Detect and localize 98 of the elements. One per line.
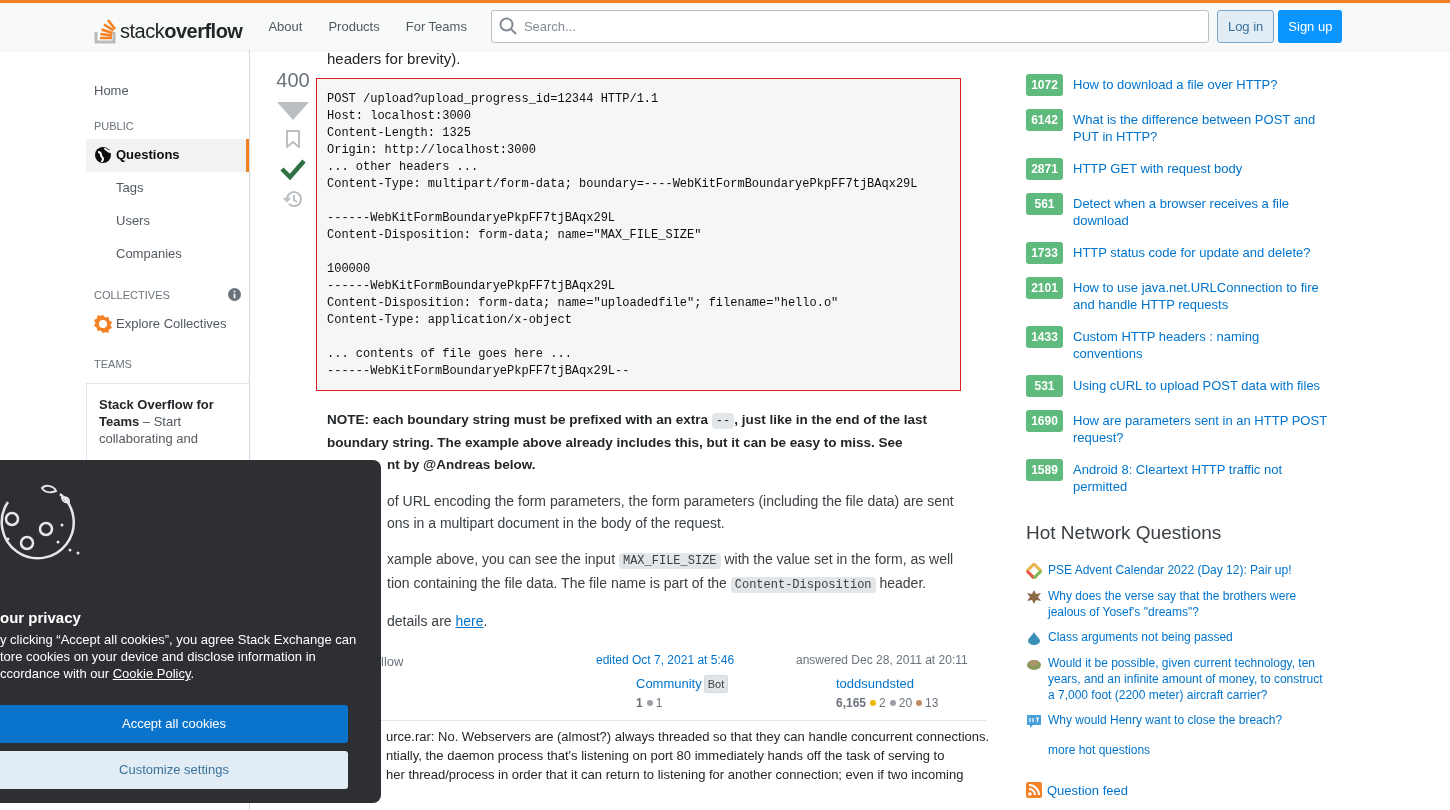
- logo[interactable]: stackoverflow: [94, 9, 243, 44]
- reputation: 1: [636, 694, 643, 712]
- site-icon: [1026, 588, 1042, 605]
- score-badge: 6142: [1026, 109, 1063, 131]
- score-badge: 2101: [1026, 277, 1063, 299]
- bot-tag: Bot: [703, 674, 729, 693]
- score-badge: 1433: [1026, 326, 1063, 348]
- section-heading: TEAMS: [93, 357, 132, 372]
- body-text: NOTE: each boundary string must be prefixed with an extra: [327, 412, 710, 427]
- teams-promo-text: Stack Overflow for Teams – Start collaborating and: [99, 395, 215, 447]
- body-text: header.: [878, 575, 927, 591]
- comment-text: her thread/process in order that it can return to listening for another connection; even if two incoming: [386, 766, 965, 784]
- body-text: ons in a multipart document in the body of the request.: [387, 515, 725, 531]
- reputation: 6,165: [836, 694, 867, 712]
- section-title: Hot Network Questions: [1026, 521, 1223, 545]
- hot-question[interactable]: Why does the verse say that the brothers were jealous of Yosef's "dreams"?: [1048, 587, 1328, 620]
- sidebar-item[interactable]: Users: [86, 204, 249, 238]
- site-icon: [1026, 712, 1042, 729]
- badge-count: 1: [655, 694, 663, 712]
- score-badge: 531: [1026, 375, 1063, 397]
- body-text: nt by @Andreas below.: [387, 457, 536, 472]
- edited-link[interactable]: edited Oct 7, 2021 at 5:46: [596, 652, 796, 668]
- search-field[interactable]: Search...: [490, 10, 1209, 43]
- badge-count: 20: [898, 694, 913, 712]
- comment-text: urce.rar: No. Webservers are (almost?) always threaded so that they can handle concurrent connections.: [386, 728, 986, 746]
- linked-question[interactable]: Detect when a browser receives a file download: [1073, 193, 1328, 229]
- section-heading: PUBLIC: [93, 119, 134, 134]
- sidebar-item[interactable]: Questions: [86, 138, 249, 172]
- badge-count: 13: [925, 694, 939, 712]
- hot-question[interactable]: Class arguments not being passed: [1048, 628, 1328, 645]
- body-text: with the value set in the form, as well: [723, 551, 954, 567]
- site-icon: [1026, 562, 1042, 579]
- body-text: .: [483, 613, 488, 629]
- hot-question[interactable]: PSE Advent Calendar 2022 (Day 12): Pair up!: [1048, 561, 1328, 578]
- body-text: details are: [387, 613, 453, 629]
- hot-question[interactable]: Would it be possible, given current technology, ten years, and an infinite amount of money, to construct a 7,000 foot (2200 meter) aircraft carrier?: [1048, 654, 1328, 703]
- hot-question[interactable]: Why would Henry want to close the breach?: [1048, 711, 1328, 728]
- body-text: tion containing the file data. The file name is part of the: [387, 575, 728, 591]
- dialog-text: ccordance with our: [0, 666, 111, 681]
- history-icon[interactable]: [283, 190, 303, 208]
- linked-question[interactable]: How to use java.net.URLConnection to fire and handle HTTP requests: [1073, 277, 1328, 313]
- score-badge: 1072: [1026, 74, 1063, 96]
- accept-button[interactable]: Accept all cookies: [0, 705, 348, 743]
- info-icon[interactable]: [228, 288, 241, 302]
- user-name[interactable]: Community: [636, 674, 702, 694]
- nav-link[interactable]: Products: [316, 10, 392, 43]
- answered-date: answered Dec 28, 2011 at 20:11: [796, 652, 969, 668]
- score-badge: 1690: [1026, 410, 1063, 432]
- linked-question[interactable]: What is the difference between POST and PUT in HTTP?: [1073, 109, 1328, 145]
- linked-question[interactable]: HTTP GET with request body: [1073, 158, 1328, 177]
- login-button[interactable]: Log in: [1216, 10, 1275, 43]
- star-badge-icon: [94, 314, 112, 333]
- inline-code: MAX_FILE_SIZE: [618, 553, 721, 569]
- bookmark-icon[interactable]: [286, 130, 300, 148]
- customize-button[interactable]: Customize settings: [0, 751, 348, 789]
- sidebar-item[interactable]: Tags: [86, 171, 249, 205]
- globe-icon: [94, 146, 112, 164]
- code-block: POST /upload?upload_progress_id=12344 HTTP/1.1 Host: localhost:3000 Content-Length: 1325 Origin: http://localhost:3000 ... other headers ... Content-Type: multipart/form-data; boundary=----WebKitFormBoundaryePkpFF7tjBAqx29L ------WebKitFormBoundaryePkpFF7tjBAqx29L Content-Disposition: form-data; name="MAX_FILE_SIZE" 100000 ------WebKitFormBoundaryePkpFF7tjBAqx29L Content-Disposition: form-data; name="uploadedfile"; filename="hello.o" Content-Type: application/x-object ... contents of file goes here ... ------WebKitFormBoundaryePkpFF7tjBAqx29L--: [316, 78, 961, 391]
- comment-text: ntially, the daemon process that's listening on port 80 immediately hands off the task of serving to: [386, 747, 946, 765]
- linked-question[interactable]: How to download a file over HTTP?: [1073, 74, 1328, 93]
- nav-link[interactable]: For Teams: [393, 10, 479, 43]
- body-text: , just like in the end of the last: [734, 412, 927, 427]
- rss-icon: [1026, 782, 1042, 799]
- nav-link[interactable]: About: [256, 10, 315, 43]
- score-badge: 1733: [1026, 242, 1063, 264]
- search-icon: [498, 17, 517, 35]
- cookie-policy-link[interactable]: Cookie Policy: [112, 666, 191, 681]
- vote-count: 400: [276, 68, 310, 92]
- dialog-text: tore cookies on your device and disclose information in: [0, 648, 317, 665]
- sidebar-item[interactable]: Home: [86, 80, 249, 102]
- linked-question[interactable]: HTTP status code for update and delete?: [1073, 242, 1328, 261]
- user-name[interactable]: toddsundsted: [796, 674, 976, 694]
- inline-code: --: [711, 413, 735, 429]
- sidebar-item[interactable]: Explore Collectives: [86, 307, 249, 340]
- logo-text: stackoverflow: [120, 18, 243, 44]
- body-text: xample above, you can see the input: [387, 551, 617, 567]
- body-text: boundary string. The example above already includes this, but it can be easy to miss. See: [327, 435, 903, 450]
- score-badge: 1589: [1026, 459, 1063, 481]
- linked-question[interactable]: Using cURL to upload POST data with files: [1073, 375, 1328, 394]
- linked-question[interactable]: Android 8: Cleartext HTTP traffic not permitted: [1073, 459, 1328, 495]
- body-text: headers for brevity).: [327, 50, 462, 68]
- dialog-title: our privacy: [0, 608, 82, 628]
- more-link[interactable]: more hot questions: [1026, 740, 1341, 759]
- feed-link[interactable]: Question feed: [1047, 780, 1128, 800]
- sidebar-item[interactable]: Companies: [86, 237, 249, 271]
- score-badge: 561: [1026, 193, 1063, 215]
- score-badge: 2871: [1026, 158, 1063, 180]
- dialog-text: y clicking “Accept all cookies”, you agree Stack Exchange can: [0, 631, 358, 648]
- signup-button[interactable]: Sign up: [1278, 10, 1343, 43]
- badge-count: 2: [879, 694, 886, 712]
- section-heading: COLLECTIVES: [93, 287, 170, 303]
- follow-link[interactable]: llow: [381, 652, 596, 714]
- body-text: of URL encoding the form parameters, the form parameters (including the file data) are sent: [387, 493, 954, 509]
- inline-code: Content-Disposition: [730, 577, 876, 593]
- linked-question[interactable]: Custom HTTP headers : naming conventions: [1073, 326, 1328, 362]
- link[interactable]: here: [455, 613, 484, 629]
- linked-question[interactable]: How are parameters sent in an HTTP POST request?: [1073, 410, 1328, 446]
- downvote-icon[interactable]: [277, 102, 309, 120]
